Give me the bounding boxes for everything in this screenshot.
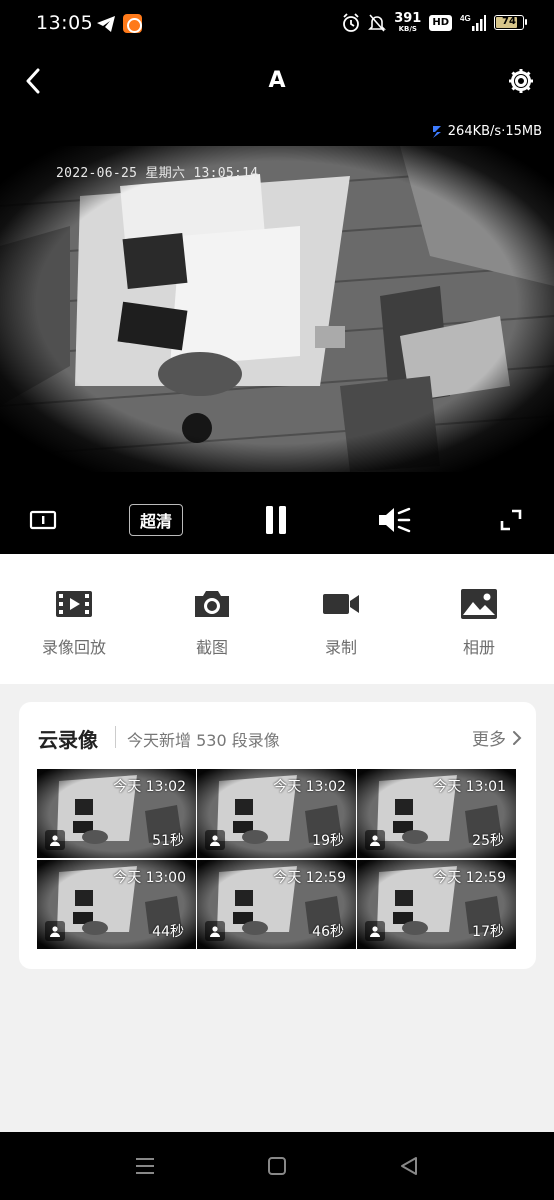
fullscreen-icon xyxy=(500,509,522,531)
osd-timestamp: 2022-06-25 星期六 13:05:14 xyxy=(56,166,259,181)
image-icon xyxy=(461,589,497,619)
hd-voice-badge: HD xyxy=(429,14,452,31)
clip-duration: 46秒 xyxy=(312,924,344,940)
pause-icon xyxy=(266,506,286,534)
person-detected-icon xyxy=(205,830,225,850)
film-icon xyxy=(56,591,92,617)
quality-button[interactable]: 超清 xyxy=(129,504,184,536)
page-title: A xyxy=(268,68,286,93)
back-triangle-icon xyxy=(401,1157,417,1175)
fullscreen-button[interactable] xyxy=(498,504,524,536)
video-player: 264KB/s·15MB 2022-06-25 星期六 13:05:14 超清 xyxy=(0,116,554,554)
bolt-icon xyxy=(432,125,441,138)
bell-muted-icon xyxy=(368,13,387,32)
network-speed: 391 KB/S xyxy=(394,11,422,33)
battery-level: 74 xyxy=(502,16,516,27)
divider xyxy=(115,726,116,748)
status-bar: 13:05 391 KB/S HD 4G 74 xyxy=(0,0,554,50)
clip-duration: 17秒 xyxy=(472,924,504,940)
chevron-right-icon xyxy=(513,730,522,745)
video-camera-icon xyxy=(323,594,359,614)
more-label: 更多 xyxy=(472,730,506,750)
card-subtitle: 今天新增 530 段录像 xyxy=(127,731,280,750)
person-detected-icon xyxy=(365,830,385,850)
mute-icon xyxy=(379,507,411,533)
quality-label: 超清 xyxy=(129,504,184,536)
record-button[interactable]: 录制 xyxy=(286,586,396,658)
clip-thumbnail[interactable]: 今天 13:02 51秒 xyxy=(37,769,196,858)
bitrate-text: 264KB/s·15MB xyxy=(447,124,542,139)
clip-time: 今天 13:00 xyxy=(113,870,186,886)
status-time: 13:05 xyxy=(36,12,94,34)
mute-button[interactable] xyxy=(376,504,412,536)
back-nav-button[interactable] xyxy=(395,1154,423,1178)
system-nav-bar xyxy=(0,1132,554,1200)
clip-time: 今天 13:01 xyxy=(433,779,506,795)
svg-text:4G: 4G xyxy=(460,14,471,23)
clip-duration: 44秒 xyxy=(152,924,184,940)
playback-label: 录像回放 xyxy=(41,638,106,657)
clip-duration: 25秒 xyxy=(472,833,504,849)
signal-4g-icon: 4G xyxy=(460,14,486,31)
info-icon xyxy=(29,510,57,530)
camera-feed[interactable]: 2022-06-25 星期六 13:05:14 xyxy=(0,146,554,472)
pause-button[interactable] xyxy=(262,504,290,536)
cloud-recordings-card: 云录像 今天新增 530 段录像 更多 今天 13:02 51秒 今天 13:02 1… xyxy=(19,702,536,969)
telegram-icon xyxy=(97,16,115,32)
clip-thumbnail[interactable]: 今天 12:59 17秒 xyxy=(357,860,516,949)
camera-icon xyxy=(195,591,229,617)
card-title: 云录像 xyxy=(38,728,98,752)
settings-button[interactable] xyxy=(504,64,538,98)
clip-duration: 51秒 xyxy=(152,833,184,849)
clip-time: 今天 13:02 xyxy=(273,779,346,795)
clip-time: 今天 12:59 xyxy=(433,870,506,886)
clip-grid: 今天 13:02 51秒 今天 13:02 19秒 今天 13:01 25秒 今天 13:0… xyxy=(37,769,517,949)
playback-button[interactable]: 录像回放 xyxy=(19,586,129,658)
more-button[interactable]: 更多 xyxy=(472,725,522,750)
clip-thumbnail[interactable]: 今天 13:02 19秒 xyxy=(197,769,356,858)
app-notification-icon xyxy=(123,14,142,33)
person-detected-icon xyxy=(45,830,65,850)
clip-thumbnail[interactable]: 今天 13:00 44秒 xyxy=(37,860,196,949)
card-header: 云录像 今天新增 530 段录像 更多 xyxy=(19,702,536,768)
clip-thumbnail[interactable]: 今天 12:59 46秒 xyxy=(197,860,356,949)
person-detected-icon xyxy=(205,921,225,941)
screenshot-button[interactable]: 截图 xyxy=(157,586,267,658)
screenshot-label: 截图 xyxy=(195,638,228,657)
status-icons: 391 KB/S HD 4G 74 xyxy=(342,11,527,33)
clip-duration: 19秒 xyxy=(312,833,344,849)
clip-time: 今天 13:02 xyxy=(113,779,186,795)
record-label: 录制 xyxy=(324,638,357,657)
home-icon xyxy=(268,1157,286,1175)
gear-icon xyxy=(509,69,533,93)
album-button[interactable]: 相册 xyxy=(424,586,534,658)
player-controls: 超清 xyxy=(0,496,554,544)
person-detected-icon xyxy=(45,921,65,941)
clip-thumbnail[interactable]: 今天 13:01 25秒 xyxy=(357,769,516,858)
album-label: 相册 xyxy=(462,638,495,657)
menu-icon xyxy=(136,1158,154,1174)
top-header: A xyxy=(0,50,554,116)
clip-time: 今天 12:59 xyxy=(273,870,346,886)
action-bar: 录像回放 截图 录制 相册 xyxy=(0,554,554,684)
info-button[interactable] xyxy=(28,504,58,536)
battery-icon: 74 xyxy=(494,15,527,30)
bitrate-indicator: 264KB/s·15MB xyxy=(431,124,542,139)
recent-apps-button[interactable] xyxy=(131,1154,159,1178)
home-button[interactable] xyxy=(263,1154,291,1178)
alarm-icon xyxy=(343,12,360,32)
person-detected-icon xyxy=(365,921,385,941)
camera-feed-image xyxy=(0,146,554,472)
